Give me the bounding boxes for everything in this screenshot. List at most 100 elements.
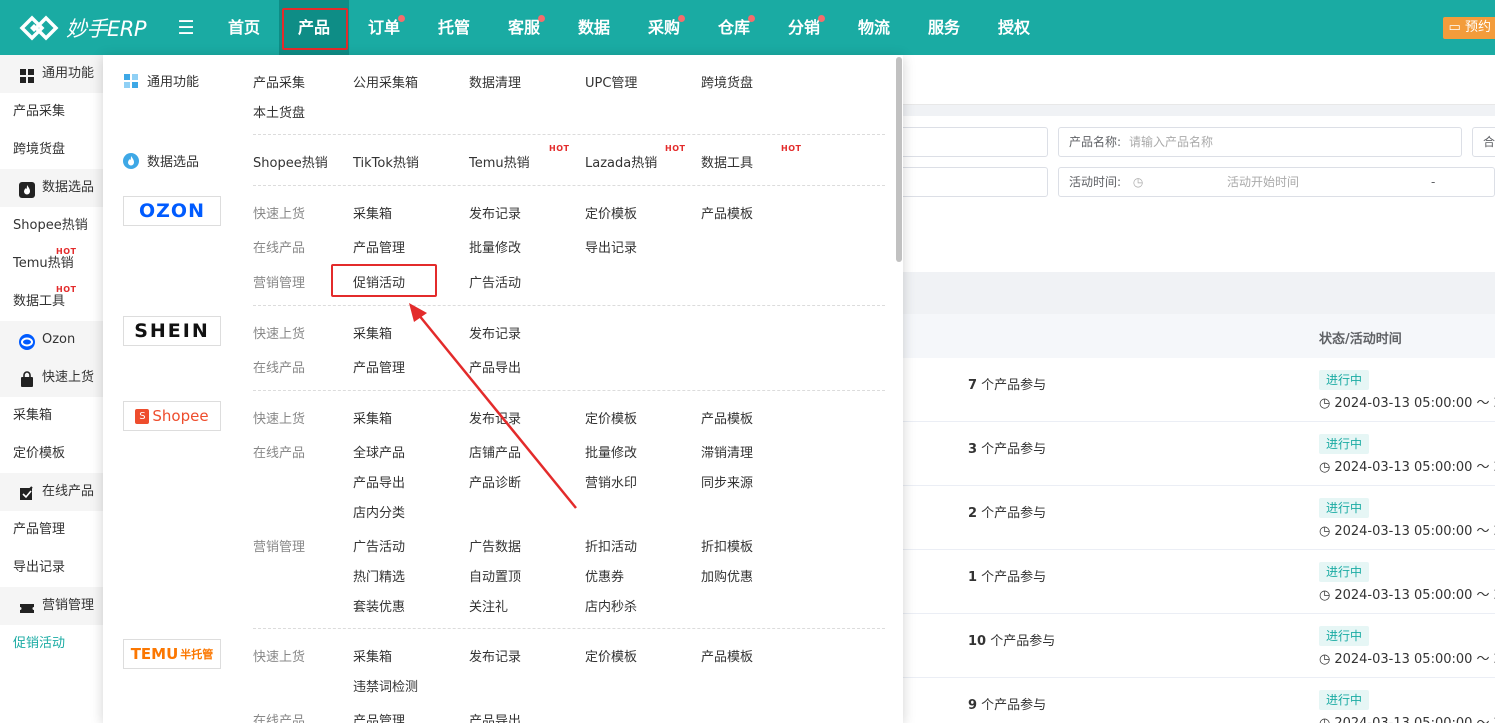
nav-item-5[interactable]: 数据 bbox=[559, 0, 629, 55]
sidebar-item-6[interactable]: 数据工具 HOT bbox=[0, 283, 103, 321]
menu-item[interactable]: 产品管理 bbox=[353, 237, 405, 256]
menu-item[interactable]: 店铺产品 bbox=[469, 442, 521, 461]
sidebar-item-9[interactable]: 采集箱 bbox=[0, 397, 103, 435]
menu-item[interactable]: 发布记录 bbox=[469, 323, 521, 342]
sidebar-item-1[interactable]: 产品采集 bbox=[0, 93, 103, 131]
menu-item[interactable]: 导出记录 bbox=[585, 237, 637, 256]
menu-item[interactable]: 热门精选 bbox=[353, 566, 405, 585]
menu-item[interactable]: 自动置顶 bbox=[469, 566, 521, 585]
menu-item[interactable]: 折扣模板 bbox=[701, 536, 753, 555]
nav-item-4[interactable]: 客服 bbox=[489, 0, 559, 55]
menu-item[interactable]: 跨境货盘 bbox=[701, 72, 753, 91]
menu-item[interactable]: Lazada热销 bbox=[585, 152, 657, 171]
nav-item-9[interactable]: 物流 bbox=[839, 0, 909, 55]
menu-item[interactable]: 定价模板 bbox=[585, 203, 637, 222]
notification-dot bbox=[538, 15, 545, 22]
menu-item[interactable]: 产品模板 bbox=[701, 646, 753, 665]
menu-item[interactable]: 关注礼 bbox=[469, 596, 508, 615]
menu-item[interactable]: 店内秒杀 bbox=[585, 596, 637, 615]
menu-item[interactable]: 优惠券 bbox=[585, 566, 624, 585]
menu-item[interactable]: 批量修改 bbox=[469, 237, 521, 256]
menu-item[interactable]: UPC管理 bbox=[585, 72, 637, 91]
menu-item[interactable]: 产品管理 bbox=[353, 357, 405, 376]
menu-item[interactable]: 产品导出 bbox=[469, 357, 521, 376]
menu-item[interactable]: 采集箱 bbox=[353, 646, 392, 665]
nav-item-11[interactable]: 授权 bbox=[979, 0, 1049, 55]
menu-item[interactable]: 折扣活动 bbox=[585, 536, 637, 555]
menu-item[interactable]: TikTok热销 bbox=[353, 152, 419, 171]
menu-item[interactable]: 店内分类 bbox=[353, 502, 405, 521]
menu-item[interactable]: 同步来源 bbox=[701, 472, 753, 491]
nav-item-7[interactable]: 仓库 bbox=[699, 0, 769, 55]
sidebar-item-7[interactable]: Ozon bbox=[0, 321, 103, 359]
menu-item[interactable]: 发布记录 bbox=[469, 203, 521, 222]
menu-item[interactable]: 广告活动 bbox=[469, 272, 521, 291]
menu-item[interactable]: 加购优惠 bbox=[701, 566, 753, 585]
ozon-logo: OZON bbox=[123, 196, 221, 226]
menu-item[interactable]: 营销水印 bbox=[585, 472, 637, 491]
menu-item[interactable]: 数据工具 bbox=[701, 152, 753, 171]
activity-time-range[interactable]: 活动时间: ◷ 活动开始时间 - bbox=[1058, 167, 1495, 197]
menu-item[interactable]: 违禁词检测 bbox=[353, 676, 418, 695]
menu-item[interactable]: 产品模板 bbox=[701, 408, 753, 427]
menu-item[interactable]: 产品导出 bbox=[469, 710, 521, 723]
partial-label: 合 bbox=[1483, 135, 1495, 149]
menu-scrollbar[interactable] bbox=[896, 57, 902, 262]
sidebar-item-5[interactable]: Temu热销 HOT bbox=[0, 245, 103, 283]
menu-toggle-icon[interactable]: ☰ bbox=[175, 17, 197, 39]
sidebar-item-4[interactable]: Shopee热销 bbox=[0, 207, 103, 245]
nav-item-2[interactable]: 订单 bbox=[349, 0, 419, 55]
menu-item[interactable]: 产品管理 bbox=[353, 710, 405, 723]
menu-sublabel: 在线产品 bbox=[253, 241, 306, 256]
hot-badge: HOT bbox=[781, 144, 802, 153]
menu-item[interactable]: 定价模板 bbox=[585, 646, 637, 665]
menu-item[interactable]: 采集箱 bbox=[353, 323, 392, 342]
nav-item-1[interactable]: 产品 bbox=[279, 0, 349, 55]
menu-item[interactable]: 本土货盘 bbox=[253, 102, 305, 121]
product-name-field[interactable]: 产品名称: 请输入产品名称 bbox=[1058, 127, 1462, 157]
menu-item[interactable]: 批量修改 bbox=[585, 442, 637, 461]
menu-item[interactable]: Shopee热销 bbox=[253, 152, 328, 171]
menu-item[interactable]: 产品诊断 bbox=[469, 472, 521, 491]
filter-select-partial[interactable]: 合 bbox=[1472, 127, 1495, 157]
sidebar-item-13[interactable]: 导出记录 bbox=[0, 549, 103, 587]
menu-item[interactable]: 发布记录 bbox=[469, 408, 521, 427]
status-column-header: 状态/活动时间 bbox=[1319, 332, 1402, 347]
sidebar-item-11[interactable]: 在线产品 bbox=[0, 473, 103, 511]
count-suffix: 个产品参与 bbox=[977, 378, 1047, 393]
menu-item[interactable]: 套装优惠 bbox=[353, 596, 405, 615]
menu-item[interactable]: 产品导出 bbox=[353, 472, 405, 491]
sidebar-item-2[interactable]: 跨境货盘 bbox=[0, 131, 103, 169]
filter-input-partial-2[interactable] bbox=[893, 167, 1048, 197]
menu-item[interactable]: 发布记录 bbox=[469, 646, 521, 665]
menu-item[interactable]: 产品模板 bbox=[701, 203, 753, 222]
product-name-placeholder: 请输入产品名称 bbox=[1129, 135, 1214, 149]
nav-item-0[interactable]: 首页 bbox=[209, 0, 279, 55]
sidebar-item-15[interactable]: 促销活动 bbox=[0, 625, 103, 663]
sidebar-item-14[interactable]: 营销管理 bbox=[0, 587, 103, 625]
menu-item[interactable]: 广告数据 bbox=[469, 536, 521, 555]
menu-item[interactable]: 广告活动 bbox=[353, 536, 405, 555]
app-logo[interactable]: 妙手ERP bbox=[0, 11, 175, 45]
sidebar-item-0[interactable]: 通用功能 bbox=[0, 55, 103, 93]
sidebar-item-3[interactable]: 数据选品 bbox=[0, 169, 103, 207]
menu-item[interactable]: 公用采集箱 bbox=[353, 72, 418, 91]
menu-item[interactable]: 滞销清理 bbox=[701, 442, 753, 461]
nav-item-10[interactable]: 服务 bbox=[909, 0, 979, 55]
nav-item-3[interactable]: 托管 bbox=[419, 0, 489, 55]
menu-item[interactable]: 定价模板 bbox=[585, 408, 637, 427]
sidebar-item-8[interactable]: 快速上货 bbox=[0, 359, 103, 397]
menu-item[interactable]: 采集箱 bbox=[353, 408, 392, 427]
menu-item[interactable]: 全球产品 bbox=[353, 442, 405, 461]
nav-item-6[interactable]: 采购 bbox=[629, 0, 699, 55]
filter-input-partial[interactable] bbox=[893, 127, 1048, 157]
menu-item[interactable]: Temu热销 bbox=[469, 152, 530, 171]
sidebar-item-12[interactable]: 产品管理 bbox=[0, 511, 103, 549]
nav-item-8[interactable]: 分销 bbox=[769, 0, 839, 55]
menu-item[interactable]: 数据清理 bbox=[469, 72, 521, 91]
participant-count: 2 个产品参与 bbox=[968, 502, 1046, 521]
booking-button[interactable]: ▭ 预约 bbox=[1442, 17, 1495, 39]
menu-item[interactable]: 产品采集 bbox=[253, 72, 305, 91]
sidebar-item-10[interactable]: 定价模板 bbox=[0, 435, 103, 473]
menu-item[interactable]: 采集箱 bbox=[353, 203, 392, 222]
